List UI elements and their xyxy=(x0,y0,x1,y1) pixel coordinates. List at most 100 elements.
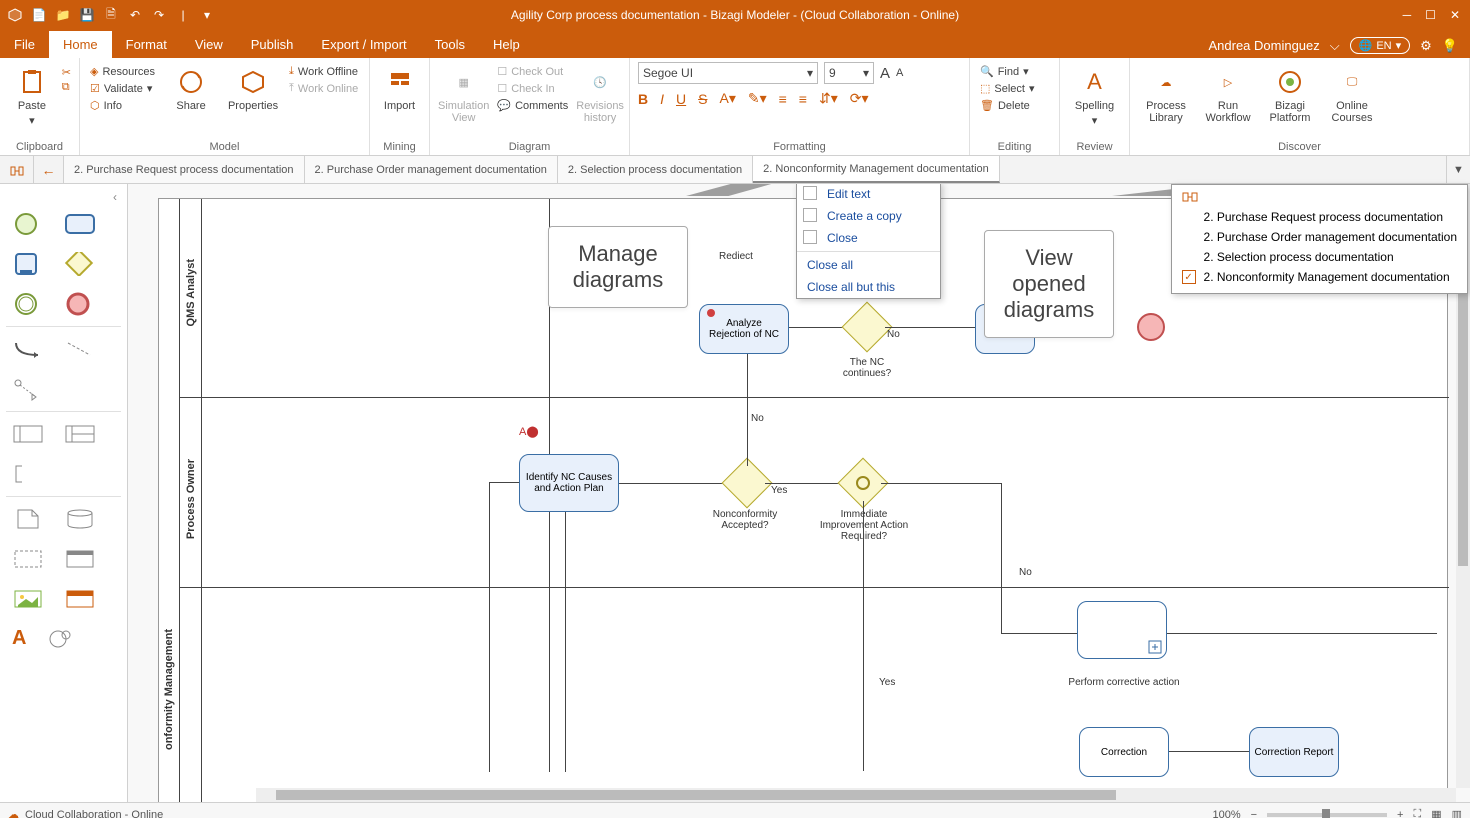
zoom-slider[interactable] xyxy=(1267,813,1387,817)
qat-redo-icon[interactable]: ↷ xyxy=(150,6,168,24)
resources-button[interactable]: ◈Resources xyxy=(88,64,157,79)
back-icon[interactable]: ← xyxy=(34,156,64,183)
end-event-thin-icon[interactable] xyxy=(12,292,44,316)
horizontal-scrollbar[interactable] xyxy=(256,788,1456,802)
user-chevron-icon[interactable]: ⌵ xyxy=(1330,38,1340,54)
intermediate-event-icon[interactable] xyxy=(12,252,44,276)
info-button[interactable]: ⬡Info xyxy=(88,98,157,113)
end-event[interactable] xyxy=(1137,313,1165,341)
valign-icon[interactable]: ⇵▾ xyxy=(819,90,838,107)
work-offline-button[interactable]: ⤓Work Offline xyxy=(287,64,360,79)
language-selector[interactable]: 🌐EN▾ xyxy=(1350,37,1411,54)
comments-button[interactable]: 💬Comments xyxy=(495,98,570,113)
tab-export[interactable]: Export / Import xyxy=(307,31,420,58)
ctx-edit[interactable]: Edit text xyxy=(797,184,940,205)
doc-tab-4[interactable]: 2. Nonconformity Management documentatio… xyxy=(753,156,1000,183)
task-icon[interactable] xyxy=(64,212,96,236)
panel-item-4[interactable]: ✓2. Nonconformity Management documentati… xyxy=(1182,267,1457,287)
maximize-button[interactable]: ☐ xyxy=(1425,8,1436,22)
rotate-icon[interactable]: ⟳▾ xyxy=(850,90,869,107)
ctx-closeall[interactable]: Close all xyxy=(797,254,940,276)
qat-new-icon[interactable]: 📄 xyxy=(30,6,48,24)
qat-dropdown-icon[interactable]: ▾ xyxy=(198,6,216,24)
task-report[interactable]: Correction Report xyxy=(1249,727,1339,777)
validate-button[interactable]: ☑Validate▾ xyxy=(88,81,157,96)
import-button[interactable]: Import xyxy=(378,62,421,112)
copy-icon[interactable]: ⧉ xyxy=(62,81,71,94)
task-correction[interactable]: Correction xyxy=(1079,727,1169,777)
highlight-icon[interactable]: ✎▾ xyxy=(748,90,767,107)
panel-item-2[interactable]: 2. Purchase Order management documentati… xyxy=(1182,227,1457,247)
proclib-button[interactable]: ☁ Process Library xyxy=(1138,62,1194,124)
tab-tools[interactable]: Tools xyxy=(421,31,479,58)
group-shape-icon[interactable] xyxy=(12,547,44,571)
formatted-shape-icon[interactable] xyxy=(46,627,78,651)
tab-view[interactable]: View xyxy=(181,31,237,58)
ctx-close[interactable]: Close xyxy=(797,227,940,249)
ctx-copy[interactable]: Create a copy xyxy=(797,205,940,227)
ctx-closeother[interactable]: Close all but this xyxy=(797,276,940,298)
doc-tab-3[interactable]: 2. Selection process documentation xyxy=(558,156,753,183)
qat-saveall-icon[interactable]: 🗎 xyxy=(102,6,120,24)
properties-button[interactable]: Properties xyxy=(225,62,281,112)
qat-save-icon[interactable]: 💾 xyxy=(78,6,96,24)
home-icon[interactable] xyxy=(0,156,34,183)
bulb-icon[interactable]: 💡 xyxy=(1442,38,1458,54)
bold-icon[interactable]: B xyxy=(638,91,648,107)
minimize-button[interactable]: ─ xyxy=(1403,8,1412,22)
strike-icon[interactable]: S xyxy=(698,91,707,107)
tab-publish[interactable]: Publish xyxy=(237,31,308,58)
shrink-font-icon[interactable]: A xyxy=(896,67,903,79)
delete-button[interactable]: 🗑Delete xyxy=(978,98,1037,113)
milestone-icon[interactable] xyxy=(64,547,96,571)
header-shape-icon[interactable] xyxy=(64,587,96,611)
end-event-icon[interactable] xyxy=(64,292,96,316)
panel-home-icon[interactable] xyxy=(1182,191,1457,207)
zoom-in-icon[interactable]: + xyxy=(1397,809,1403,818)
pool-icon[interactable] xyxy=(12,422,44,446)
palette-collapse-icon[interactable]: ‹ xyxy=(6,190,121,204)
text-shape-icon[interactable]: A xyxy=(12,627,26,651)
message-flow-icon[interactable] xyxy=(12,377,44,401)
tab-format[interactable]: Format xyxy=(112,31,181,58)
underline-icon[interactable]: U xyxy=(676,91,686,107)
view-2-icon[interactable]: ▥ xyxy=(1452,808,1462,818)
zoom-out-icon[interactable]: − xyxy=(1251,809,1257,818)
select-button[interactable]: ⬚Select▾ xyxy=(978,81,1037,96)
panel-item-3[interactable]: 2. Selection process documentation xyxy=(1182,247,1457,267)
fit-icon[interactable]: ⛶ xyxy=(1413,808,1421,818)
tabs-dropdown-icon[interactable]: ▼ xyxy=(1446,156,1470,183)
task-perform[interactable] xyxy=(1077,601,1167,659)
spelling-button[interactable]: A Spelling ▾ xyxy=(1068,62,1121,127)
gateway-icon[interactable] xyxy=(64,252,96,276)
tab-help[interactable]: Help xyxy=(479,31,534,58)
task-identify[interactable]: Identify NC Causes and Action Plan xyxy=(519,454,619,512)
fontsize-selector[interactable]: 9▾ xyxy=(824,62,874,84)
align-center-icon[interactable]: ≡ xyxy=(799,91,807,107)
start-event-icon[interactable] xyxy=(12,212,44,236)
tab-home[interactable]: Home xyxy=(49,31,112,58)
find-button[interactable]: 🔍Find▾ xyxy=(978,64,1037,79)
close-button[interactable]: ✕ xyxy=(1450,8,1460,22)
data-store-icon[interactable] xyxy=(64,507,96,531)
view-1-icon[interactable]: ▦ xyxy=(1431,808,1441,818)
cut-icon[interactable]: ✂ xyxy=(62,66,71,79)
lane-icon[interactable] xyxy=(64,422,96,446)
fontcolor-icon[interactable]: A▾ xyxy=(719,90,735,107)
align-left-icon[interactable]: ≡ xyxy=(779,91,787,107)
grow-font-icon[interactable]: A xyxy=(880,65,890,82)
doc-tab-2[interactable]: 2. Purchase Order management documentati… xyxy=(305,156,558,183)
data-object-icon[interactable] xyxy=(12,507,44,531)
paste-button[interactable]: Paste ▾ xyxy=(8,62,56,127)
association-icon[interactable] xyxy=(64,337,96,361)
annotation-icon[interactable] xyxy=(12,462,44,486)
panel-item-1[interactable]: 2. Purchase Request process documentatio… xyxy=(1182,207,1457,227)
sequence-flow-icon[interactable] xyxy=(12,337,44,361)
gear-icon[interactable]: ⚙ xyxy=(1420,38,1432,54)
qat-open-icon[interactable]: 📁 xyxy=(54,6,72,24)
user-name[interactable]: Andrea Dominguez xyxy=(1208,38,1319,53)
italic-icon[interactable]: I xyxy=(660,91,664,107)
tab-file[interactable]: File xyxy=(0,31,49,58)
runwf-button[interactable]: ▷ Run Workflow xyxy=(1200,62,1256,124)
font-selector[interactable]: Segoe UI▾ xyxy=(638,62,818,84)
